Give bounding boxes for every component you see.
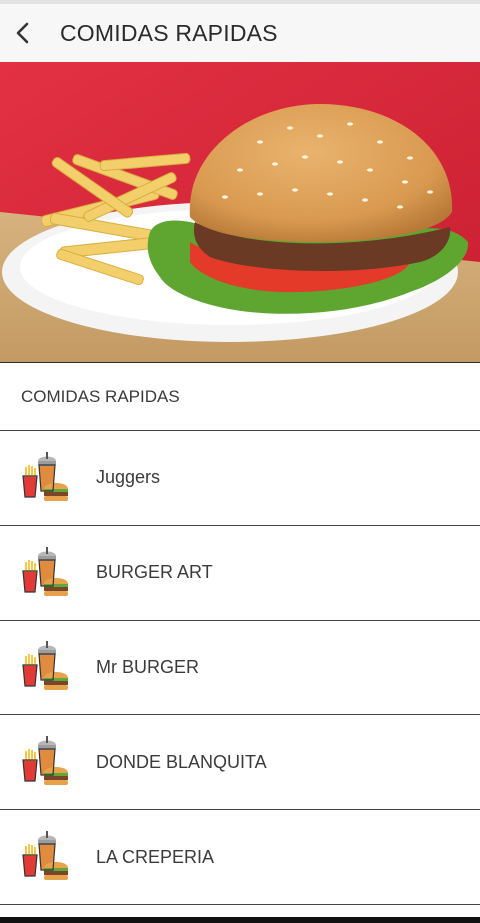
fast-food-icon <box>22 451 68 501</box>
restaurant-name: LA CREPERIA <box>96 846 215 867</box>
page-title: COMIDAS RAPIDAS <box>60 19 278 46</box>
fast-food-icon <box>22 831 68 881</box>
restaurant-name: BURGER ART <box>96 562 213 583</box>
section-header: COMIDAS RAPIDAS <box>0 363 480 431</box>
restaurant-name: Mr BURGER <box>96 656 199 677</box>
back-button[interactable] <box>6 4 40 62</box>
fast-food-icon <box>22 546 68 596</box>
fast-food-icon <box>22 641 68 691</box>
restaurant-list: Juggers BURGER ART Mr BURGER DONDE BLANQ… <box>0 431 480 905</box>
restaurant-name: DONDE BLANQUITA <box>96 751 267 772</box>
list-item[interactable]: BURGER ART <box>0 526 480 621</box>
list-item[interactable]: Juggers <box>0 431 480 526</box>
hero-image <box>0 62 480 363</box>
list-item[interactable]: DONDE BLANQUITA <box>0 715 480 811</box>
burger-and-fries-photo <box>0 62 480 362</box>
chevron-left-icon <box>16 22 29 44</box>
list-item[interactable]: Mr BURGER <box>0 621 480 716</box>
app-bar: COMIDAS RAPIDAS <box>0 4 480 62</box>
bottom-edge <box>0 917 480 923</box>
fast-food-icon <box>22 736 68 786</box>
section-header-label: COMIDAS RAPIDAS <box>21 386 180 406</box>
restaurant-name: Juggers <box>96 467 161 488</box>
list-item[interactable]: LA CREPERIA <box>0 810 480 905</box>
